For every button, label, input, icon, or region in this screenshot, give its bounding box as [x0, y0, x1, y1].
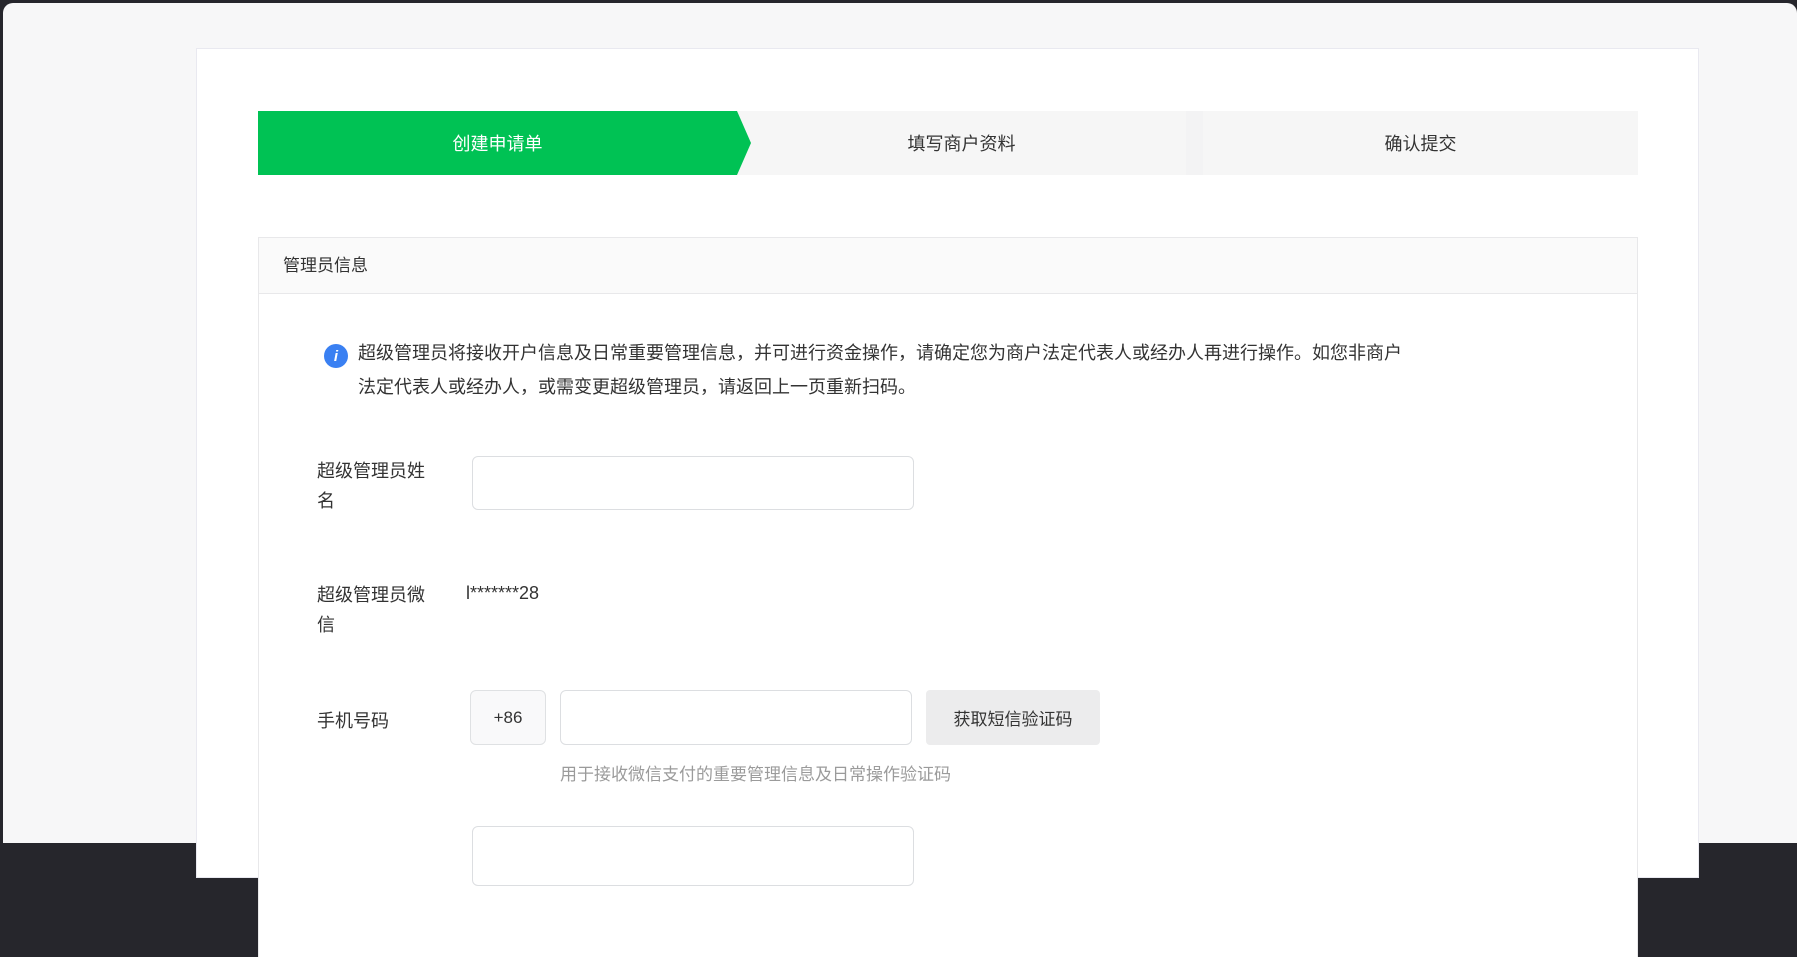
- application-card: 创建申请单 填写商户资料 确认提交 管理员信息 i 超级管理员将接收开户信息及日…: [196, 48, 1699, 957]
- admin-notice-line1: 超级管理员将接收开户信息及日常重要管理信息，并可进行资金操作，请确定您为商户法定…: [358, 343, 1402, 363]
- step-fill-merchant-info: 填写商户资料: [737, 111, 1186, 175]
- get-sms-code-button[interactable]: 获取短信验证码: [926, 690, 1100, 745]
- step-fill-merchant-info-label: 填写商户资料: [907, 134, 1016, 154]
- admin-notice-line2: 法定代表人或经办人，或需变更超级管理员，请返回上一页重新扫码。: [358, 377, 916, 397]
- phone-input[interactable]: [560, 690, 912, 745]
- phone-label: 手机号码: [317, 711, 389, 731]
- phone-helper-text: 用于接收微信支付的重要管理信息及日常操作验证码: [560, 765, 951, 784]
- admin-wechat-label: 超级管理员微信: [317, 585, 425, 635]
- admin-notice: 超级管理员将接收开户信息及日常重要管理信息，并可进行资金操作，请确定您为商户法定…: [358, 336, 1458, 404]
- step-divider: [1186, 111, 1203, 175]
- step-create-application: 创建申请单: [258, 111, 751, 175]
- next-field-input-partial[interactable]: [472, 826, 914, 886]
- page-background: 创建申请单 填写商户资料 确认提交 管理员信息 i 超级管理员将接收开户信息及日…: [3, 3, 1797, 957]
- admin-name-label: 超级管理员姓名: [317, 461, 425, 511]
- country-code-selector[interactable]: +86: [470, 690, 546, 745]
- section-title: 管理员信息: [259, 238, 1637, 294]
- step-create-application-label: 创建申请单: [452, 134, 543, 154]
- step-confirm-submit-label: 确认提交: [1384, 134, 1457, 154]
- step-indicator: 创建申请单 填写商户资料 确认提交: [258, 111, 1638, 175]
- admin-wechat-value: l*******28: [466, 583, 540, 603]
- admin-info-section: 管理员信息 i 超级管理员将接收开户信息及日常重要管理信息，并可进行资金操作，请…: [258, 237, 1638, 957]
- step-confirm-submit: 确认提交: [1203, 111, 1638, 175]
- info-icon: i: [324, 344, 348, 368]
- admin-name-input[interactable]: [472, 456, 914, 510]
